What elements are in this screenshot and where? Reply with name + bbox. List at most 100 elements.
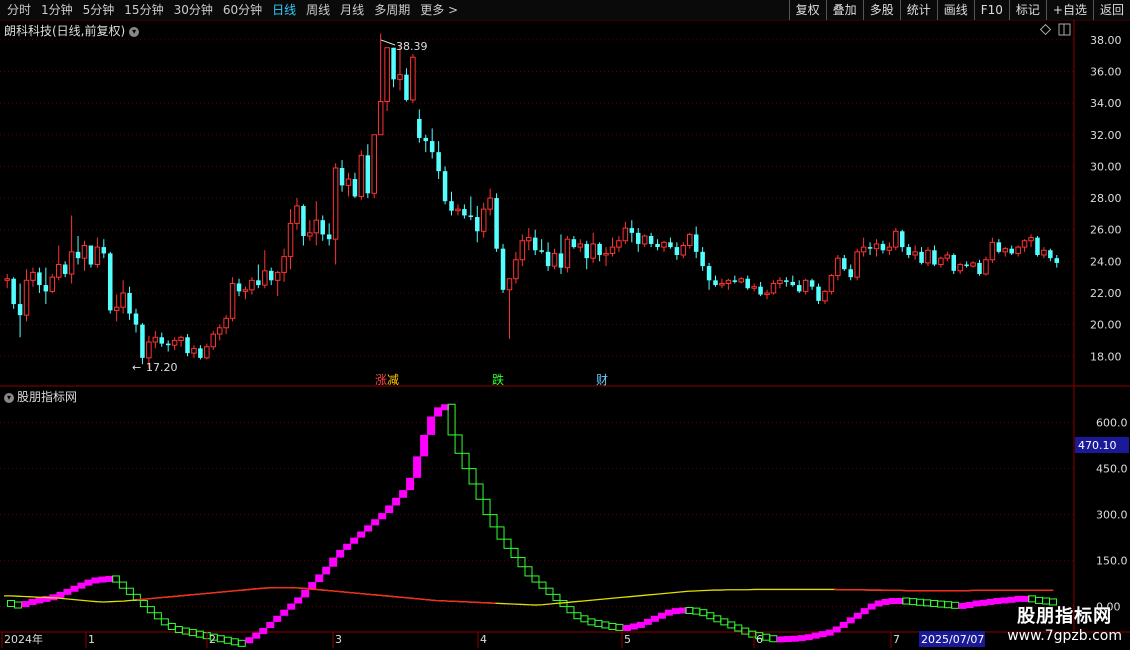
indicator-step-up: [259, 628, 268, 635]
indicator-step-up: [993, 598, 1002, 605]
candle-body-up: [397, 74, 403, 80]
indicator-step-up: [818, 631, 827, 638]
event-marker-finance[interactable]: 财: [596, 371, 608, 388]
candle-body-up: [191, 347, 197, 354]
candle-body-down: [442, 171, 448, 202]
candle-body-down: [816, 286, 821, 301]
tab-period-3[interactable]: 15分钟: [119, 0, 168, 20]
indicator-step-down: [713, 615, 722, 623]
indicator-step-up: [343, 543, 352, 550]
indicator-step-down: [916, 598, 925, 606]
tab-period-5[interactable]: 60分钟: [218, 0, 267, 20]
candle-body-up: [622, 227, 629, 242]
candle-body-down: [964, 264, 969, 267]
candle-body-down: [1048, 250, 1053, 259]
indicator-step-up: [825, 629, 834, 636]
event-marker-fall[interactable]: 跌: [492, 371, 504, 388]
indicator-step-down: [769, 635, 778, 643]
indicator-tick-label: 150.0: [1096, 555, 1128, 568]
candle-body-down: [706, 266, 712, 281]
indicator-step-up: [622, 625, 631, 631]
indicator-step-up: [434, 407, 443, 417]
candle-body-up: [223, 317, 229, 329]
toolbar-button-3[interactable]: 统计: [899, 0, 937, 20]
indicator-step-up: [888, 598, 897, 605]
tab-period-10[interactable]: 更多 >: [415, 0, 463, 20]
tab-period-1[interactable]: 1分钟: [36, 0, 78, 20]
stock-chart[interactable]: 18.00 20.00 22.00 24.00 26.00 28.00 30.00 32.00…: [0, 20, 1130, 650]
panel-maximize-icon[interactable]: [1058, 23, 1071, 36]
event-marker-rise[interactable]: 涨减: [375, 371, 399, 388]
chevron-down-icon[interactable]: ▾: [129, 26, 140, 37]
candle-body-up: [204, 346, 210, 359]
indicator-step-up: [84, 579, 93, 586]
toolbar-button-0[interactable]: 复权: [788, 0, 826, 20]
candle-body-up: [307, 232, 313, 237]
candle-body-down: [545, 251, 551, 267]
indicator-panel-title[interactable]: ▾ 股朋指标网: [4, 388, 77, 405]
indicator-step-up: [867, 603, 876, 610]
candle-body-up: [526, 237, 532, 242]
candle-body-down: [11, 278, 16, 305]
candle-body-down: [268, 270, 274, 281]
indicator-step-up: [671, 608, 680, 615]
indicator-step-up: [979, 599, 988, 606]
candle-body-up: [455, 208, 461, 212]
tab-period-9[interactable]: 多周期: [369, 0, 415, 20]
tab-period-4[interactable]: 30分钟: [169, 0, 218, 20]
indicator-step-up: [986, 598, 995, 605]
candle-body-down: [475, 217, 480, 232]
indicator-step-up: [797, 635, 806, 642]
candle-body-down: [584, 243, 589, 259]
event-finance: 财: [596, 373, 609, 387]
candle-body-up: [152, 336, 159, 343]
tab-period-6[interactable]: 日线: [267, 0, 301, 20]
indicator-step-up: [664, 609, 673, 616]
candle-body-down: [899, 231, 905, 248]
candle-body-up: [371, 134, 377, 194]
indicator-step-down: [531, 575, 540, 583]
candle-body-up: [616, 240, 622, 248]
candle-body-up: [287, 222, 294, 258]
indicator-step-up: [21, 601, 30, 608]
indicator-step-up: [336, 549, 345, 558]
candle-body-up: [873, 243, 880, 250]
event-rise: 涨: [375, 373, 388, 387]
candle-body-down: [320, 220, 325, 235]
candle-body-down: [468, 215, 474, 218]
indicator-step-down: [475, 483, 484, 500]
toolbar-button-2[interactable]: 多股: [862, 0, 900, 20]
toolbar-button-6[interactable]: 标记: [1008, 0, 1046, 20]
diamond-icon[interactable]: [1039, 23, 1052, 36]
candle-body-down: [558, 253, 564, 268]
candle-body-up: [609, 246, 616, 254]
indicator-step-down: [146, 606, 155, 614]
candle-body-down: [429, 141, 435, 153]
price-tick-label: 26.00: [1090, 224, 1122, 237]
toolbar-button-8[interactable]: 返回: [1092, 0, 1130, 20]
indicator-step-down: [468, 468, 477, 485]
indicator-step-up: [427, 416, 436, 435]
candle-body-down: [159, 337, 165, 344]
indicator-step-down: [706, 612, 715, 620]
indicator-step-up: [385, 505, 394, 514]
event-reduce: 减: [387, 373, 400, 387]
toolbar-button-1[interactable]: 叠加: [825, 0, 863, 20]
price-panel-title[interactable]: 朗科科技(日线,前复权) ▾: [4, 22, 140, 39]
toolbar-button-5[interactable]: F10: [973, 0, 1009, 20]
candle-body-up: [661, 241, 667, 248]
candle-body-up: [944, 254, 951, 259]
candle-body-down: [17, 304, 23, 316]
tab-period-7[interactable]: 周线: [301, 0, 335, 20]
toolbar-button-7[interactable]: +自选: [1045, 0, 1093, 20]
chevron-down-icon[interactable]: ▾: [4, 392, 14, 403]
toolbar-button-4[interactable]: 画线: [936, 0, 974, 20]
indicator-step-up: [392, 497, 401, 506]
tab-period-2[interactable]: 5分钟: [78, 0, 120, 20]
candle-body-down: [745, 278, 750, 289]
tab-period-0[interactable]: 分时: [2, 0, 36, 20]
candle-body-up: [377, 101, 384, 136]
candle-body-up: [1021, 240, 1028, 248]
candle-body-down: [655, 243, 660, 248]
tab-period-8[interactable]: 月线: [335, 0, 369, 20]
